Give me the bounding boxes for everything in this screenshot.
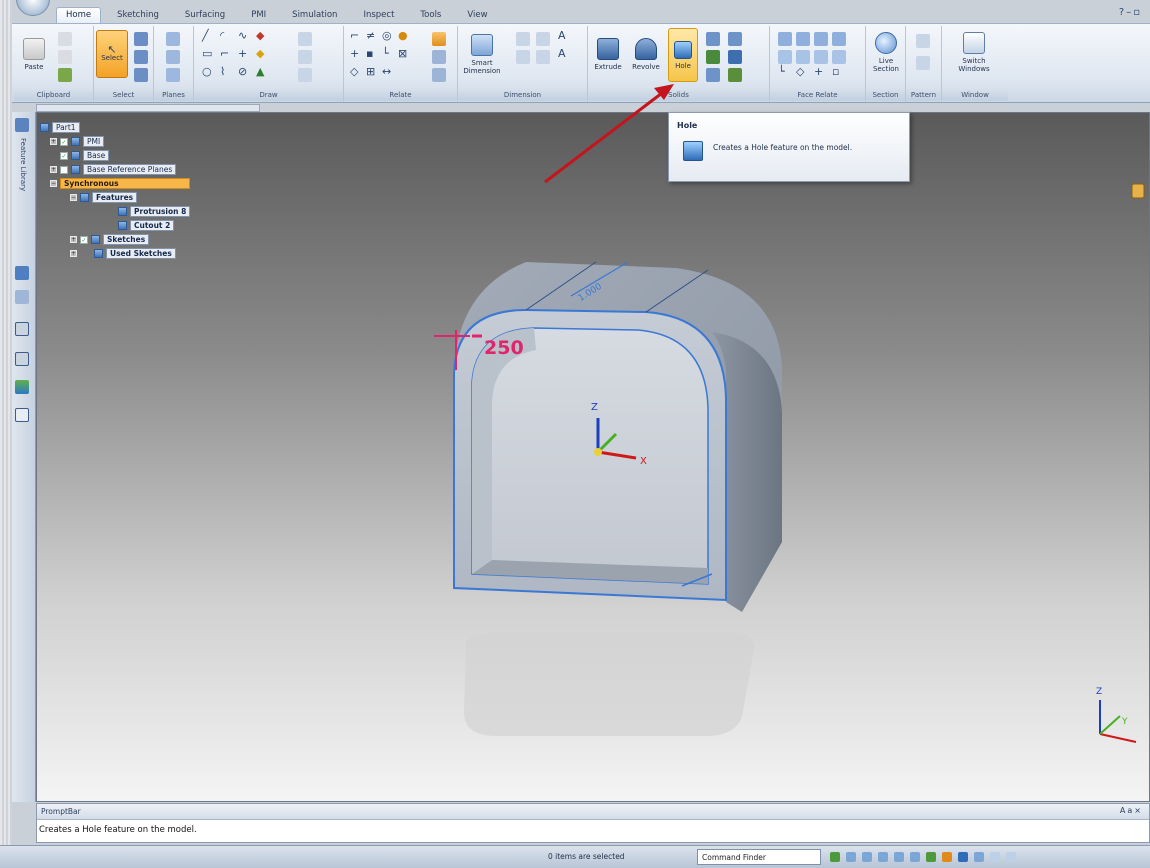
- look-at-face-icon[interactable]: [926, 852, 936, 862]
- tooltip-description: Creates a Hole feature on the model.: [713, 143, 853, 152]
- hole-icon: [683, 141, 703, 161]
- named-views-icon[interactable]: [1006, 852, 1016, 862]
- zoom-area-icon[interactable]: [830, 852, 840, 862]
- zoom-icon[interactable]: [846, 852, 856, 862]
- view-style-icon[interactable]: [990, 852, 1000, 862]
- prompt-bar-title: PromptBar: [37, 804, 1149, 820]
- prompt-bar-message: Creates a Hole feature on the model.: [39, 825, 197, 835]
- tooltip-title: Hole: [677, 121, 698, 130]
- prompt-bar: PromptBar Aa× Creates a Hole feature on …: [36, 803, 1150, 843]
- rotate-icon[interactable]: [894, 852, 904, 862]
- annotation-arrow-shaft: [544, 88, 667, 184]
- prompt-bar-controls[interactable]: Aa×: [1120, 806, 1143, 815]
- fit-icon[interactable]: [862, 852, 872, 862]
- view-orientation-icon[interactable]: [942, 852, 952, 862]
- hole-tooltip: Hole Creates a Hole feature on the model…: [668, 112, 910, 182]
- sharpness-icon[interactable]: [974, 852, 984, 862]
- command-finder-input[interactable]: Command Finder: [697, 849, 821, 865]
- annotation-overlay: [544, 84, 674, 184]
- selection-status: 0 items are selected: [548, 852, 625, 861]
- spin-about-icon[interactable]: [910, 852, 920, 862]
- pan-icon[interactable]: [878, 852, 888, 862]
- pin-icon[interactable]: ×: [1134, 806, 1143, 815]
- shaded-icon[interactable]: [958, 852, 968, 862]
- status-bar: 0 items are selected Command Finder: [0, 845, 1150, 868]
